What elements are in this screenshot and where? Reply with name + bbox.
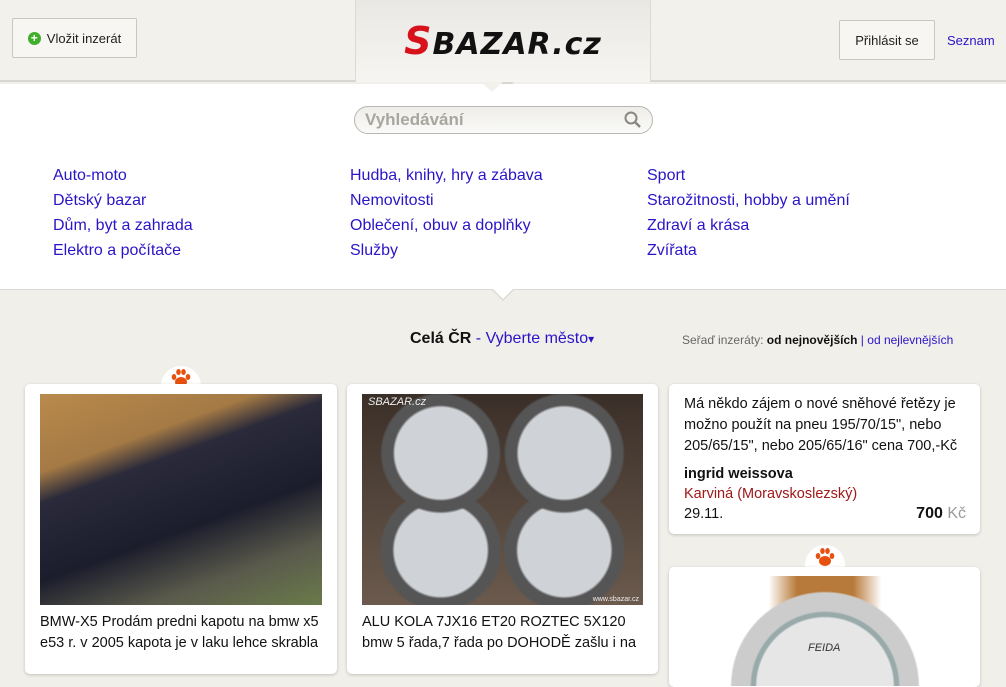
pointer-fill	[493, 289, 513, 299]
category-column: Hudba, knihy, hry a zábava Nemovitosti Obl…	[350, 163, 543, 263]
category-link[interactable]: Oblečení, obuv a doplňky	[350, 213, 543, 238]
category-link[interactable]: Hudba, knihy, hry a zábava	[350, 163, 543, 188]
listing-title[interactable]: ALU KOLA 7JX16 ET20 ROZTEC 5X120 bmw 5 ř…	[362, 612, 647, 654]
header: + Vložit inzerát SBAZAR.cz Přihlásit se …	[0, 0, 1006, 82]
listing-card[interactable]: SBAZAR.cz www.sbazar.cz ALU KOLA 7JX16 E…	[347, 384, 658, 674]
location-current: Celá ČR	[410, 330, 472, 347]
watermark: SBAZAR.cz	[368, 396, 427, 408]
category-link[interactable]: Auto-moto	[53, 163, 193, 188]
choose-city-link[interactable]: Vyberte město	[486, 330, 589, 347]
category-link[interactable]: Zvířata	[647, 238, 850, 263]
listing-title[interactable]: Má někdo zájem o nové sněhové řetězy je …	[684, 394, 969, 457]
login-button[interactable]: Přihlásit se	[839, 20, 935, 60]
separator: |	[860, 333, 864, 347]
category-link[interactable]: Zdraví a krása	[647, 213, 850, 238]
listing-title[interactable]: BMW-X5 Prodám predni kapotu na bmw x5 e5…	[40, 612, 325, 654]
listing-image[interactable]: FEIDA	[684, 576, 966, 686]
category-column: Sport Starožitnosti, hobby a umění Zdraví …	[647, 163, 850, 263]
category-panel: Vyhledávání Auto-moto Dětský bazar Dům, by…	[0, 82, 1006, 290]
category-link[interactable]: Starožitnosti, hobby a umění	[647, 188, 850, 213]
logo[interactable]: SBAZAR.cz	[355, 0, 651, 82]
location-selector: Celá ČR - Vyberte město▾	[410, 330, 594, 348]
listing-price: 700	[916, 505, 943, 522]
sort-bar: Seřaď inzeráty: od nejnovějších | od nej…	[682, 333, 953, 347]
listing-card[interactable]: BMW-X5 Prodám predni kapotu na bmw x5 e5…	[25, 384, 337, 674]
paw-icon	[805, 545, 845, 569]
seller-name: ingrid weissova	[684, 466, 793, 482]
currency: Kč	[947, 505, 966, 522]
listing-date: 29.11.	[684, 506, 724, 522]
search-icon[interactable]	[624, 111, 642, 129]
listing-card[interactable]: Má někdo zájem o nové sněhové řetězy je …	[669, 384, 980, 534]
category-link[interactable]: Elektro a počítače	[53, 238, 193, 263]
category-link[interactable]: Sport	[647, 163, 850, 188]
sort-newest[interactable]: od nejnovějších	[767, 333, 858, 347]
sort-label: Seřaď inzeráty:	[682, 333, 764, 347]
category-column: Auto-moto Dětský bazar Dům, byt a zahrada E…	[53, 163, 193, 263]
plus-icon: +	[27, 31, 41, 45]
category-link[interactable]: Služby	[350, 238, 543, 263]
pointer-fill	[481, 82, 503, 92]
watermark: www.sbazar.cz	[592, 596, 639, 603]
watch-brand: FEIDA	[808, 642, 841, 654]
search-input[interactable]: Vyhledávání	[354, 106, 653, 134]
listing-location: Karviná (Moravskoslezský)	[684, 486, 858, 502]
separator: -	[471, 330, 486, 347]
listing-card[interactable]: FEIDA	[669, 567, 980, 687]
category-link[interactable]: Nemovitosti	[350, 188, 543, 213]
listing-image[interactable]	[40, 394, 322, 605]
add-listing-label: Vložit inzerát	[46, 30, 122, 46]
add-listing-button[interactable]: + Vložit inzerát	[12, 18, 137, 58]
category-link[interactable]: Dům, byt a zahrada	[53, 213, 193, 238]
seznam-link[interactable]: Seznam	[947, 33, 995, 48]
sort-cheapest[interactable]: od nejlevnějších	[867, 333, 953, 347]
category-link[interactable]: Dětský bazar	[53, 188, 193, 213]
search-placeholder: Vyhledávání	[365, 110, 464, 129]
chevron-down-icon[interactable]: ▾	[588, 332, 594, 346]
listing-image[interactable]: SBAZAR.cz www.sbazar.cz	[362, 394, 643, 605]
